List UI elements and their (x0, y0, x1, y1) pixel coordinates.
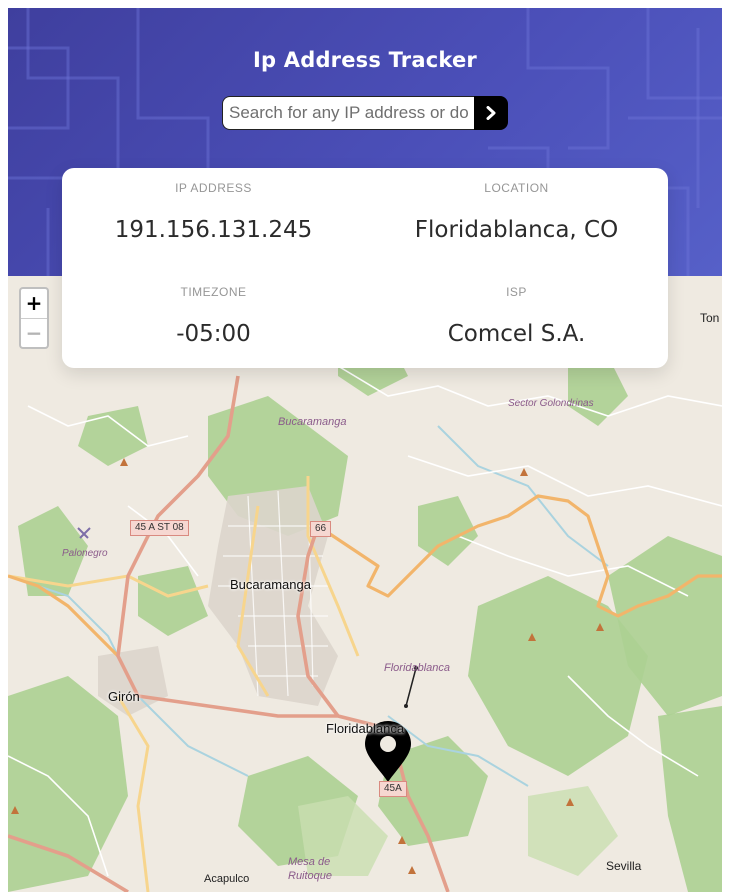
isp-section: ISP Comcel S.A. (365, 285, 668, 347)
map-label: Sevilla (606, 859, 642, 873)
timezone-value: -05:00 (176, 321, 251, 347)
map-label: Sector Golondrinas (508, 398, 594, 409)
map-label: Floridablanca (384, 662, 451, 674)
isp-label: ISP (506, 285, 527, 299)
chevron-right-icon (486, 106, 496, 120)
timezone-label: TIMEZONE (180, 285, 247, 299)
location-section: LOCATION Floridablanca, CO (365, 181, 668, 243)
zoom-out-button[interactable]: − (21, 319, 47, 348)
map-label: Acapulco (204, 873, 250, 885)
location-value: Floridablanca, CO (414, 217, 619, 243)
map-label: Bucaramanga (278, 416, 347, 428)
ip-info-card: IP ADDRESS 191.156.131.245 LOCATION Flor… (62, 168, 668, 368)
timezone-section: TIMEZONE -05:00 (62, 285, 365, 347)
map-label: Mesa de (288, 856, 331, 868)
ip-address-value: 191.156.131.245 (114, 217, 313, 243)
ip-address-label: IP ADDRESS (175, 181, 252, 195)
isp-value: Comcel S.A. (447, 321, 586, 347)
location-label: LOCATION (484, 181, 549, 195)
ip-address-section: IP ADDRESS 191.156.131.245 (62, 181, 365, 243)
map[interactable]: Bucaramanga Sector Golondrinas Palonegro… (8, 276, 722, 892)
road-shield: 45 A ST 08 (130, 520, 189, 536)
map-label: Ton (700, 311, 720, 325)
map-label: Girón (108, 689, 140, 704)
map-label: Palonegro (62, 548, 108, 559)
zoom-control: + − (19, 287, 49, 349)
search-bar (222, 96, 508, 130)
road-shield: 66 (310, 521, 332, 537)
page-title: Ip Address Tracker (253, 48, 477, 72)
map-label: Ruitoque (288, 870, 333, 882)
map-label: Floridablanca (326, 721, 405, 736)
search-input[interactable] (222, 96, 474, 130)
map-label: Bucaramanga (230, 577, 311, 592)
zoom-in-button[interactable]: + (21, 289, 47, 319)
map-tiles (8, 336, 722, 892)
road-shield: 45A (379, 781, 407, 797)
app-frame: Ip Address Tracker Search for any IP add… (8, 8, 722, 892)
search-submit-button[interactable] (474, 96, 508, 130)
